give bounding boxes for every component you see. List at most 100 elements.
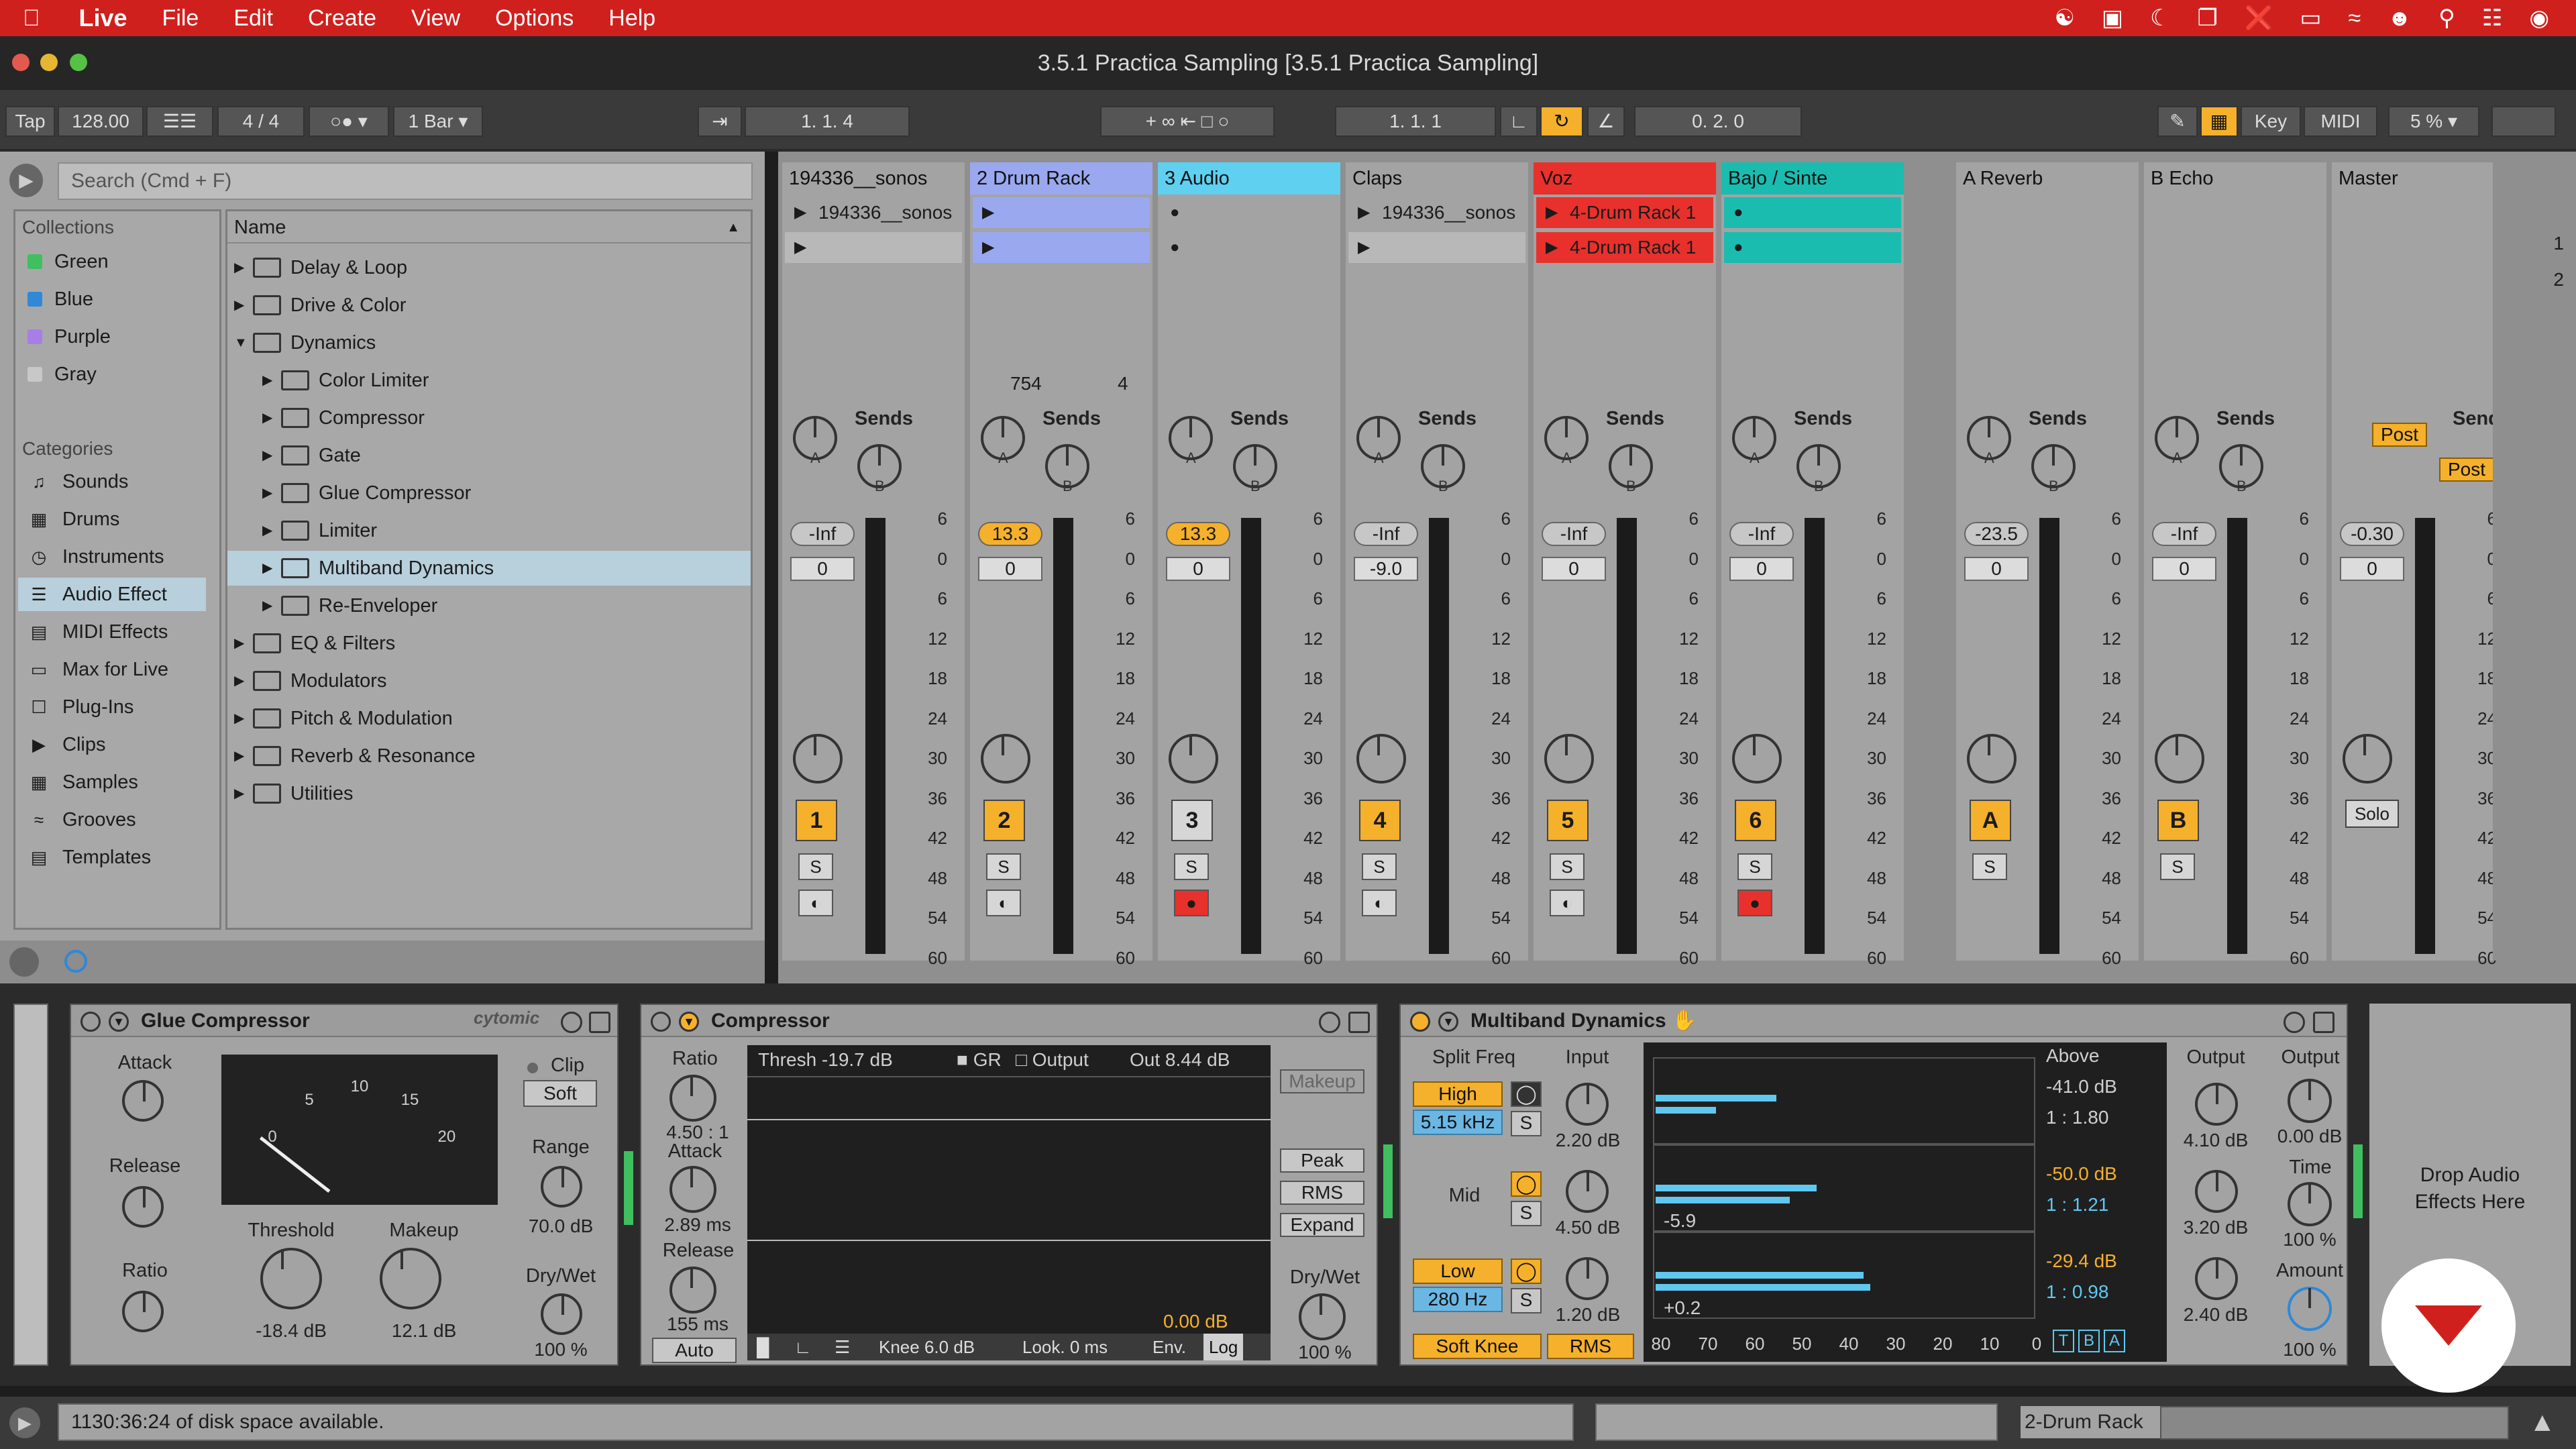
mbd-output-high-knob[interactable] bbox=[2195, 1083, 2238, 1126]
expand-arrow-icon[interactable]: ▶ bbox=[262, 400, 272, 435]
mbd-output2-knob[interactable] bbox=[2288, 1079, 2332, 1123]
arm-button[interactable]: ● bbox=[1737, 890, 1772, 916]
comp-peak-button[interactable]: Peak bbox=[1280, 1148, 1364, 1173]
clip-launch-icon[interactable]: ▶ bbox=[1546, 232, 1558, 263]
clip-slot-2[interactable]: ▶ bbox=[785, 232, 962, 263]
comp-makeup-button[interactable]: Makeup bbox=[1280, 1069, 1364, 1093]
track-name-header[interactable]: Claps bbox=[1346, 162, 1528, 195]
arm-button[interactable]: ◐ bbox=[1550, 890, 1585, 916]
pan-value[interactable]: 0 bbox=[1166, 557, 1230, 581]
arm-button[interactable]: ◐ bbox=[986, 890, 1021, 916]
comp-lookahead-value[interactable]: Look. 0 ms bbox=[1022, 1334, 1108, 1360]
comp-power-icon[interactable] bbox=[651, 1012, 671, 1032]
browser-item[interactable]: ▶ Re-Enveloper bbox=[227, 588, 751, 623]
track-activator-button[interactable]: 5 bbox=[1547, 800, 1589, 841]
follow-icon[interactable]: ⇥ bbox=[698, 106, 742, 137]
sort-icon[interactable]: ▲ bbox=[727, 211, 740, 244]
preview-icon[interactable] bbox=[64, 950, 87, 973]
track-pan-knob[interactable] bbox=[1732, 734, 1782, 784]
glue-range-knob[interactable] bbox=[541, 1166, 582, 1208]
category-instruments[interactable]: ◷ Instruments bbox=[28, 540, 209, 574]
clip-launch-icon[interactable]: ● bbox=[1733, 232, 1743, 263]
glue-hotswap-icon[interactable] bbox=[561, 1012, 582, 1033]
mbd-above-mid-value[interactable]: -50.0 dB bbox=[2046, 1163, 2117, 1185]
track-name-header[interactable]: B Echo bbox=[2144, 162, 2326, 195]
moon-icon[interactable]: ☾ bbox=[2150, 5, 2170, 32]
clip-slot-2[interactable]: ● bbox=[1724, 232, 1901, 263]
loop-start-field[interactable]: 1. 1. 1 bbox=[1335, 106, 1496, 137]
comp-sidechain-icon[interactable]: ☰ bbox=[835, 1334, 850, 1360]
comp-hotswap-icon[interactable] bbox=[1319, 1012, 1340, 1033]
browser-item[interactable]: ▶ Gate bbox=[227, 438, 751, 473]
glue-power-icon[interactable] bbox=[80, 1012, 101, 1032]
comp-drywet-value[interactable]: 100 % bbox=[1275, 1342, 1375, 1363]
battery-icon[interactable]: ▭ bbox=[2300, 5, 2321, 32]
glue-soft-button[interactable]: Soft bbox=[523, 1080, 597, 1107]
pan-value[interactable]: 0 bbox=[1542, 557, 1606, 581]
track-name-header[interactable]: 2 Drum Rack bbox=[970, 162, 1152, 195]
browser-toggle-icon[interactable]: ▶ bbox=[9, 164, 43, 197]
clip-launch-icon[interactable]: ▶ bbox=[1358, 197, 1370, 228]
mbd-hotswap-icon[interactable] bbox=[2284, 1012, 2305, 1033]
mbd-output-low-value[interactable]: 2.40 dB bbox=[2172, 1304, 2259, 1326]
volume-value[interactable]: 13.3 bbox=[978, 522, 1042, 546]
expand-arrow-icon[interactable]: ▶ bbox=[262, 363, 272, 398]
mbd-rms-button[interactable]: RMS bbox=[1547, 1334, 1634, 1359]
search-icon[interactable]: ⚲ bbox=[2438, 5, 2455, 32]
metronome-toggle-icon[interactable]: ○● ▾ bbox=[309, 106, 389, 137]
pan-value[interactable]: 0 bbox=[1729, 557, 1794, 581]
menu-view[interactable]: View bbox=[411, 5, 460, 32]
mbd-amount-value[interactable]: 100 % bbox=[2266, 1339, 2353, 1360]
mbd-time-knob[interactable] bbox=[2288, 1182, 2332, 1226]
track-activator-button[interactable]: Solo bbox=[2345, 800, 2399, 828]
punch-in-icon[interactable]: ∟ bbox=[1500, 106, 1538, 137]
track-name-header[interactable]: 194336__sonos bbox=[782, 162, 965, 195]
clip-launch-icon[interactable]: ● bbox=[1170, 232, 1180, 263]
expand-arrow-icon[interactable]: ▶ bbox=[234, 663, 244, 698]
track-activator-button[interactable]: B bbox=[2157, 800, 2199, 841]
expand-arrow-icon[interactable]: ▶ bbox=[234, 288, 244, 323]
pan-value[interactable]: -9.0 bbox=[1354, 557, 1418, 581]
punch-out-icon[interactable]: ∠ bbox=[1587, 106, 1625, 137]
expand-arrow-icon[interactable]: ▶ bbox=[234, 739, 244, 773]
minimize-window-icon[interactable] bbox=[40, 54, 58, 71]
glue-ratio-knob[interactable] bbox=[122, 1291, 164, 1332]
solo-button[interactable]: S bbox=[986, 853, 1021, 880]
solo-button[interactable]: S bbox=[798, 853, 833, 880]
solo-button[interactable]: S bbox=[1174, 853, 1209, 880]
groove-pool-icon[interactable] bbox=[9, 947, 39, 977]
track-activator-button[interactable]: 1 bbox=[796, 800, 837, 841]
mbd-ratio-mid-value[interactable]: 1 : 1.21 bbox=[2046, 1194, 2108, 1216]
clip-launch-icon[interactable]: ● bbox=[1733, 197, 1743, 228]
glue-makeup-value[interactable]: 12.1 dB bbox=[364, 1320, 484, 1342]
category-plug-ins[interactable]: ☐ Plug-Ins bbox=[28, 690, 209, 724]
clip-launch-icon[interactable]: ▶ bbox=[1358, 232, 1370, 263]
mbd-mid-bypass-icon[interactable]: ◯ bbox=[1511, 1171, 1542, 1197]
solo-button[interactable]: S bbox=[2160, 853, 2195, 880]
comp-drywet-knob[interactable] bbox=[1299, 1293, 1346, 1340]
expand-arrow-icon[interactable]: ▶ bbox=[234, 776, 244, 811]
wifi-icon[interactable]: ≈ bbox=[2348, 5, 2361, 32]
expand-arrow-icon[interactable]: ▼ bbox=[234, 325, 248, 360]
mbd-output-mid-value[interactable]: 3.20 dB bbox=[2172, 1217, 2259, 1238]
menu-help[interactable]: Help bbox=[608, 5, 655, 32]
track-activator-button[interactable]: 2 bbox=[983, 800, 1025, 841]
comp-curve-icon[interactable]: ∟ bbox=[794, 1334, 811, 1360]
track-name-header[interactable]: Voz bbox=[1534, 162, 1716, 195]
clip-launch-icon[interactable]: ▶ bbox=[1546, 197, 1558, 228]
mbd-input-high-knob[interactable] bbox=[1566, 1083, 1609, 1126]
mbd-high-bypass-icon[interactable]: ◯ bbox=[1511, 1081, 1542, 1107]
solo-button[interactable]: S bbox=[1362, 853, 1397, 880]
category-clips[interactable]: ▶ Clips bbox=[28, 728, 209, 761]
category-sounds[interactable]: ♫ Sounds bbox=[28, 465, 209, 498]
browser-item[interactable]: ▶ Color Limiter bbox=[227, 363, 751, 398]
track-pan-knob[interactable] bbox=[2343, 734, 2392, 784]
mbd-low-solo-button[interactable]: S bbox=[1511, 1288, 1542, 1313]
menu-file[interactable]: File bbox=[162, 5, 199, 32]
comp-save-icon[interactable] bbox=[1348, 1012, 1370, 1033]
clip-launch-icon[interactable]: ● bbox=[1170, 197, 1180, 228]
time-signature-field[interactable]: 4 / 4 bbox=[217, 106, 305, 137]
solo-button[interactable]: S bbox=[1737, 853, 1772, 880]
clip-slot-1[interactable]: 194336__sonos ▶ bbox=[1348, 197, 1525, 228]
clip-slot-2[interactable]: ▶ bbox=[973, 232, 1150, 263]
